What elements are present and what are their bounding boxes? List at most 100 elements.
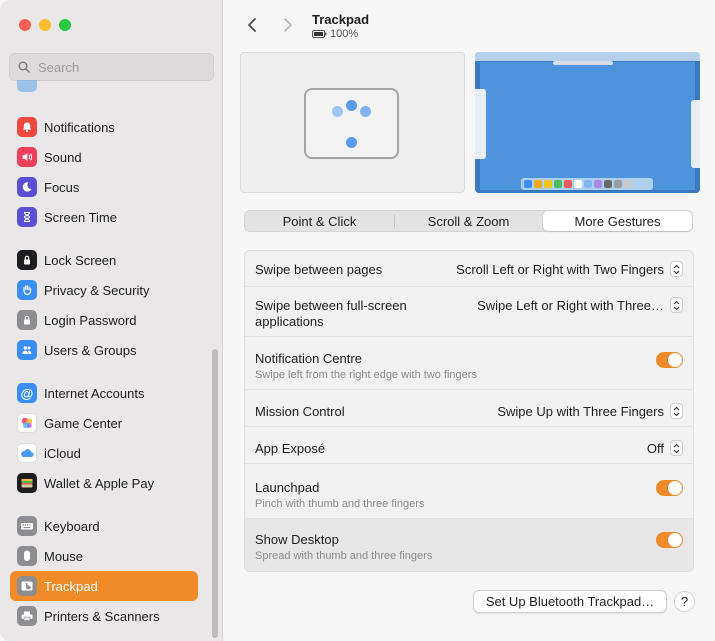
sidebar-item-notifications[interactable]: Notifications [10,112,198,142]
sidebar-item-internet-accounts[interactable]: @ Internet Accounts [10,378,198,408]
setting-label: Notification Centre [255,351,362,366]
tab-more-gestures[interactable]: More Gestures [543,211,692,231]
sidebar-item-login-password[interactable]: Login Password [10,305,198,335]
show-desktop-toggle[interactable] [656,532,683,548]
sidebar-item-screen-time[interactable]: Screen Time [10,202,198,232]
desktop-preview [475,52,700,193]
sidebar-item-printers-scanners[interactable]: Printers & Scanners [10,601,198,631]
sidebar-scrollbar[interactable] [212,349,218,638]
search-input[interactable] [36,58,200,76]
sidebar-item-sound[interactable]: Sound [10,142,198,172]
speaker-icon [17,147,37,167]
battery-icon [312,30,327,38]
zoom-button[interactable] [59,19,71,31]
gesture-illustration [240,52,465,193]
sidebar-item-game-center[interactable]: Game Center [10,408,198,438]
sidebar-item-label: Sound [44,149,82,165]
updown-chevron-icon [670,403,683,419]
setting-row-swipe-pages: Swipe between pages Scroll Left or Right… [245,251,693,287]
notification-centre-toggle[interactable] [656,352,683,368]
sidebar-item-mouse[interactable]: Mouse [10,541,198,571]
swipe-fullscreen-popup[interactable]: Swipe Left or Right with Three… [477,297,683,313]
lock-icon [17,250,37,270]
sidebar-item-label: Trackpad [44,578,98,594]
sidebar-item-label: Internet Accounts [44,385,145,401]
partial-sidebar-icon [17,80,37,92]
hourglass-icon [17,207,37,227]
mouse-icon [17,546,37,566]
setting-row-app-expose: App Exposé Off [245,427,693,464]
sidebar-item-label: Notifications [44,119,115,135]
sidebar-item-focus[interactable]: Focus [10,172,198,202]
tab-scroll-zoom[interactable]: Scroll & Zoom [394,211,543,231]
sidebar-item-label: Focus [44,179,80,195]
chevron-right-icon [284,18,292,32]
popup-value: Swipe Left or Right with Three… [477,297,664,313]
popup-value: Scroll Left or Right with Two Fingers [456,261,664,277]
mission-control-popup[interactable]: Swipe Up with Three Fingers [497,403,683,419]
sidebar-item-label: Lock Screen [44,252,117,268]
setting-label: Show Desktop [255,532,339,547]
setting-row-notification-centre: Notification Centre Swipe left from the … [245,337,693,390]
window-controls [19,19,71,31]
setting-label: App Exposé [255,441,326,456]
game-center-icon [17,413,37,433]
sidebar-item-privacy-security[interactable]: Privacy & Security [10,275,198,305]
setting-label: Swipe between pages [255,262,383,277]
printer-icon [17,606,37,626]
sidebar-item-label: iCloud [44,445,81,461]
minimize-button[interactable] [39,19,51,31]
launchpad-toggle[interactable] [656,480,683,496]
close-button[interactable] [19,19,31,31]
trackpad-illustration [304,88,399,159]
moon-icon [17,177,37,197]
setting-row-show-desktop: Show Desktop Spread with thumb and three… [245,519,693,571]
popup-value: Swipe Up with Three Fingers [497,403,664,419]
forward-button[interactable] [277,14,299,36]
help-button[interactable]: ? [674,591,695,612]
hand-icon [17,280,37,300]
sidebar-item-label: Wallet & Apple Pay [44,475,155,491]
search-icon [18,61,30,73]
users-icon [17,340,37,360]
sidebar-item-trackpad[interactable]: Trackpad [10,571,198,601]
sidebar-item-label: Users & Groups [44,342,137,358]
sidebar-item-label: Screen Time [44,209,117,225]
cloud-icon [17,443,37,463]
battery-level: 100% [330,28,359,40]
settings-window: Notifications Sound Focus Screen Time Lo… [0,0,715,641]
sidebar-item-label: Printers & Scanners [44,608,160,624]
battery-status: 100% [312,28,358,40]
updown-chevron-icon [670,297,683,313]
page-title: Trackpad [312,12,370,27]
gesture-settings-list: Swipe between pages Scroll Left or Right… [244,250,694,572]
tab-bar: Point & Click Scroll & Zoom More Gesture… [244,210,693,232]
sidebar-item-keyboard[interactable]: Keyboard [10,511,198,541]
sidebar: Notifications Sound Focus Screen Time Lo… [0,0,223,641]
setup-bluetooth-trackpad-button[interactable]: Set Up Bluetooth Trackpad… [473,590,667,613]
trackpad-icon [17,576,37,596]
back-button[interactable] [241,14,263,36]
swipe-pages-popup[interactable]: Scroll Left or Right with Two Fingers [456,261,683,277]
sidebar-item-icloud[interactable]: iCloud [10,438,198,468]
app-expose-popup[interactable]: Off [647,440,683,456]
sidebar-item-lock-screen[interactable]: Lock Screen [10,245,198,275]
sidebar-item-wallet[interactable]: Wallet & Apple Pay [10,468,198,498]
lock-icon [17,310,37,330]
keyboard-icon [17,516,37,536]
dock-preview [521,178,653,190]
tab-point-click[interactable]: Point & Click [245,211,394,231]
updown-chevron-icon [670,440,683,456]
setting-row-swipe-fullscreen: Swipe between full-screen applications S… [245,287,693,337]
sidebar-item-label: Game Center [44,415,123,431]
sidebar-item-users-groups[interactable]: Users & Groups [10,335,198,365]
setting-description: Spread with thumb and three fingers [255,550,433,562]
chevron-left-icon [248,18,256,32]
setting-label: Swipe between full-screen applications [255,298,407,329]
bell-icon [17,117,37,137]
setting-row-launchpad: Launchpad Pinch with thumb and three fin… [245,464,693,519]
search-field[interactable] [9,53,214,81]
sidebar-item-label: Keyboard [44,518,100,534]
updown-chevron-icon [670,261,683,277]
sidebar-item-label: Mouse [44,548,84,564]
